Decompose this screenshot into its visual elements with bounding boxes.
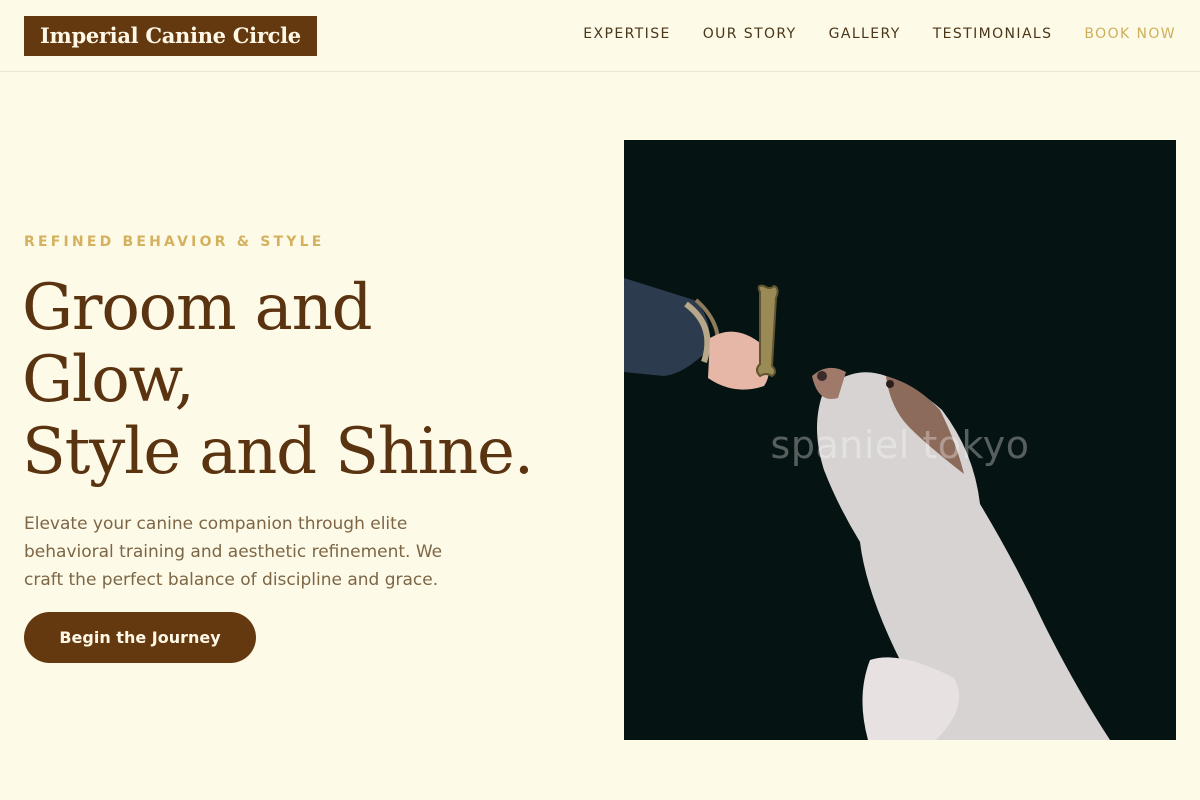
nav-link-book-now[interactable]: BOOK NOW [1084,26,1176,42]
nav-link-our-story[interactable]: OUR STORY [703,26,797,42]
hero-dog-photo: spaniel tokyo [624,140,1176,740]
begin-journey-button[interactable]: Begin the Journey [24,612,256,663]
hero-eyebrow: REFINED BEHAVIOR & STYLE [24,234,325,250]
brand-logo[interactable]: Imperial Canine Circle [24,16,317,56]
image-watermark: spaniel tokyo [770,423,1030,467]
hero-description: Elevate your canine companion through el… [24,514,443,590]
headline-line-3: Style and Shine. [22,415,534,489]
nav-link-testimonials[interactable]: TESTIMONIALS [933,26,1053,42]
headline-line-2: Glow, [22,343,195,417]
hero-headline: Groom and Glow, Style and Shine. [22,272,582,488]
main-nav: EXPERTISE OUR STORY GALLERY TESTIMONIALS… [583,26,1176,42]
nav-link-gallery[interactable]: GALLERY [829,26,901,42]
nav-link-expertise[interactable]: EXPERTISE [583,26,670,42]
site-header: Imperial Canine Circle EXPERTISE OUR STO… [0,0,1200,72]
headline-line-1: Groom and [22,271,373,345]
